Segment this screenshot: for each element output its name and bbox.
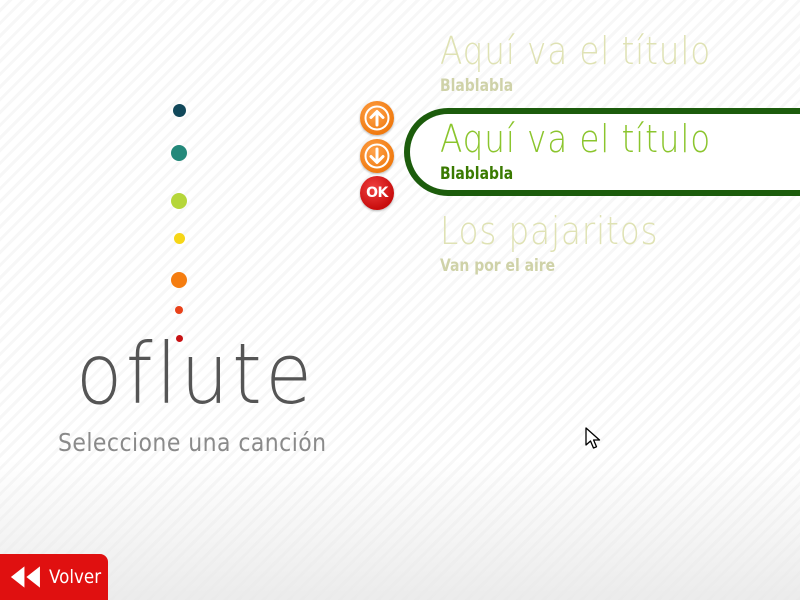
- page-subtitle: Seleccione una canción: [58, 428, 327, 457]
- decor-dot: [175, 306, 183, 314]
- song-title: Los pajaritos: [440, 209, 659, 253]
- arrow-down-icon: [364, 143, 390, 169]
- decor-dot: [171, 272, 187, 288]
- song-artist: Blablabla: [440, 164, 514, 184]
- app-logo: oflute: [76, 325, 316, 423]
- ok-label: OK: [366, 185, 388, 201]
- back-button[interactable]: Volver: [0, 554, 108, 600]
- song-artist: Van por el aire: [440, 256, 556, 276]
- decor-dot: [173, 104, 186, 117]
- background-fade: [0, 460, 800, 600]
- mouse-pointer-icon: [585, 427, 601, 449]
- song-item[interactable]: Aquí va el título Blablabla: [440, 32, 755, 95]
- song-item[interactable]: Los pajaritos Van por el aire: [440, 212, 694, 275]
- up-button[interactable]: [360, 101, 394, 135]
- decor-dot: [171, 193, 187, 209]
- song-artist: Blablabla: [440, 76, 514, 96]
- rewind-icon: [10, 566, 40, 588]
- down-button[interactable]: [360, 139, 394, 173]
- song-item-selected[interactable]: Aquí va el título Blablabla: [440, 120, 755, 183]
- arrow-up-icon: [364, 105, 390, 131]
- song-title: Aquí va el título: [440, 29, 712, 73]
- decor-dot: [171, 145, 187, 161]
- decor-dot: [174, 233, 185, 244]
- back-label: Volver: [48, 566, 101, 588]
- song-title: Aquí va el título: [440, 117, 712, 161]
- ok-button[interactable]: OK: [360, 176, 394, 210]
